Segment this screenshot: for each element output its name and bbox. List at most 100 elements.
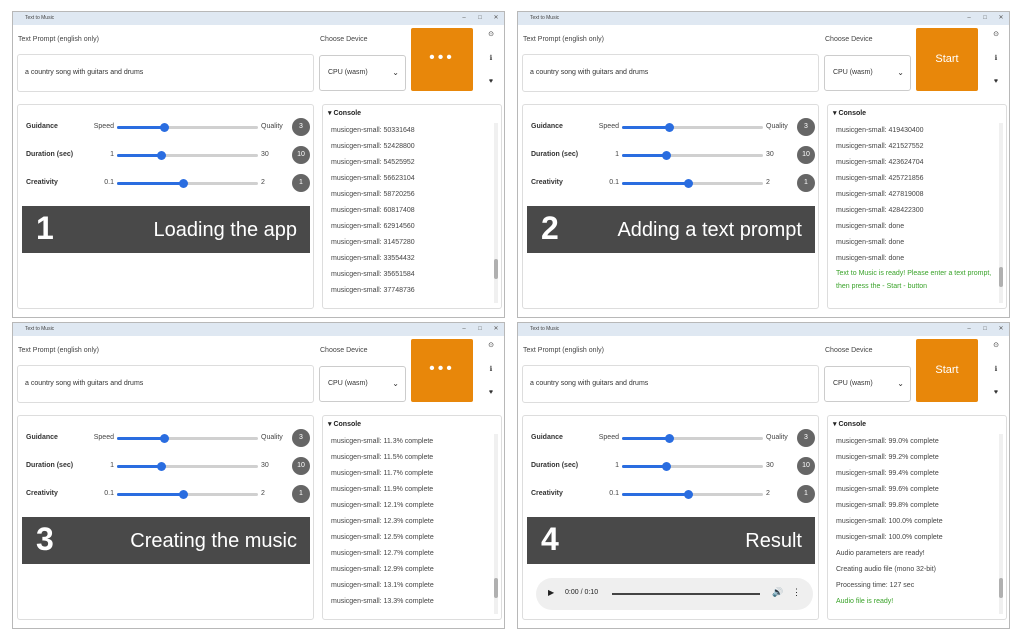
creativity-slider[interactable] — [622, 179, 763, 188]
creativity-slider-thumb[interactable] — [684, 179, 694, 188]
close-button[interactable]: ✕ — [995, 12, 1007, 25]
creativity-slider-thumb[interactable] — [179, 490, 189, 499]
guidance-slider[interactable] — [622, 434, 763, 443]
github-icon[interactable]: ⊙ — [486, 341, 496, 349]
close-button[interactable]: ✕ — [490, 323, 502, 336]
creativity-slider-thumb[interactable] — [684, 490, 694, 499]
guidance-slider-thumb[interactable] — [159, 434, 169, 443]
console-line: musicgen-small: 425721856 — [836, 175, 924, 182]
creativity-slider[interactable] — [622, 490, 763, 499]
duration-max-label: 30 — [261, 151, 269, 158]
github-icon[interactable]: ⊙ — [991, 30, 1001, 38]
prompt-input[interactable]: a country song with guitars and drums — [17, 365, 314, 403]
minimize-button[interactable]: – — [458, 12, 470, 25]
prompt-input[interactable]: a country song with guitars and drums — [522, 365, 819, 403]
maximize-button[interactable]: □ — [979, 323, 991, 336]
info-icon[interactable]: ℹ — [486, 365, 496, 373]
creativity-max-label: 2 — [766, 490, 770, 497]
duration-label: Duration (sec) — [531, 462, 579, 469]
device-select[interactable]: CPU (wasm) ⌄ — [824, 55, 911, 91]
device-label: Choose Device — [320, 36, 368, 43]
maximize-button[interactable]: □ — [474, 323, 486, 336]
guidance-min-label: Speed — [598, 434, 619, 441]
console-panel: ▾ Console musicgen-small: 419430400 musicg… — [827, 104, 1007, 309]
info-icon[interactable]: ℹ — [991, 365, 1001, 373]
maximize-button[interactable]: □ — [979, 12, 991, 25]
start-button[interactable]: Start — [916, 28, 978, 91]
guidance-slider-thumb[interactable] — [664, 434, 674, 443]
duration-slider-thumb[interactable] — [661, 462, 671, 471]
heart-icon[interactable]: ♥ — [991, 389, 1001, 396]
console-header[interactable]: ▾ Console — [833, 109, 866, 117]
duration-slider-fill — [622, 465, 666, 468]
guidance-slider-thumb[interactable] — [664, 123, 674, 132]
duration-slider[interactable] — [117, 462, 258, 471]
play-icon[interactable]: ▶ — [548, 588, 554, 597]
guidance-slider[interactable] — [117, 123, 258, 132]
heart-icon[interactable]: ♥ — [486, 389, 496, 396]
console-line: musicgen-small: 12.5% complete — [331, 534, 434, 541]
app-window: Text to Music – □ ✕ Text Prompt (english onl… — [517, 322, 1010, 629]
creativity-slider[interactable] — [117, 490, 258, 499]
console-header[interactable]: ▾ Console — [328, 420, 361, 428]
creativity-slider[interactable] — [117, 179, 258, 188]
creativity-slider-thumb[interactable] — [179, 179, 189, 188]
guidance-max-label: Quality — [766, 434, 788, 441]
duration-slider-fill — [622, 154, 666, 157]
prompt-label: Text Prompt (english only) — [523, 347, 604, 354]
guidance-slider[interactable] — [117, 434, 258, 443]
heart-icon[interactable]: ♥ — [486, 78, 496, 85]
console-header[interactable]: ▾ Console — [833, 420, 866, 428]
console-line: musicgen-small: 11.5% complete — [331, 454, 434, 461]
duration-slider-thumb[interactable] — [661, 151, 671, 160]
console-line: musicgen-small: done — [836, 239, 905, 246]
prompt-input[interactable]: a country song with guitars and drums — [17, 54, 314, 92]
audio-progress[interactable] — [612, 593, 760, 595]
duration-min-label: 1 — [110, 151, 114, 158]
minimize-button[interactable]: – — [458, 323, 470, 336]
duration-slider[interactable] — [622, 462, 763, 471]
duration-min-label: 1 — [110, 462, 114, 469]
audio-player[interactable]: ▶ 0:00 / 0:10 🔊 ⋮ — [536, 578, 813, 610]
device-select[interactable]: CPU (wasm) ⌄ — [319, 366, 406, 402]
title-bar: Text to Music — [13, 12, 504, 25]
github-icon[interactable]: ⊙ — [991, 341, 1001, 349]
info-icon[interactable]: ℹ — [991, 54, 1001, 62]
title-bar: Text to Music — [518, 12, 1009, 25]
github-icon[interactable]: ⊙ — [486, 30, 496, 38]
console-line: musicgen-small: 428422300 — [836, 207, 924, 214]
volume-icon[interactable]: 🔊 — [772, 587, 783, 598]
console-scroll-thumb[interactable] — [494, 259, 498, 279]
minimize-button[interactable]: – — [963, 12, 975, 25]
heart-icon[interactable]: ♥ — [991, 78, 1001, 85]
close-button[interactable]: ✕ — [490, 12, 502, 25]
duration-slider[interactable] — [622, 151, 763, 160]
console-scroll-thumb[interactable] — [999, 578, 1003, 598]
start-button[interactable]: ••• — [411, 28, 473, 91]
device-label: Choose Device — [825, 347, 873, 354]
more-options-icon[interactable]: ⋮ — [792, 587, 801, 598]
guidance-value-badge: 3 — [797, 429, 815, 447]
close-button[interactable]: ✕ — [995, 323, 1007, 336]
duration-slider[interactable] — [117, 151, 258, 160]
maximize-button[interactable]: □ — [474, 12, 486, 25]
info-icon[interactable]: ℹ — [486, 54, 496, 62]
start-button[interactable]: Start — [916, 339, 978, 402]
title-bar: Text to Music — [518, 323, 1009, 336]
console-header[interactable]: ▾ Console — [328, 109, 361, 117]
minimize-button[interactable]: – — [963, 323, 975, 336]
console-panel: ▾ Console musicgen-small: 11.3% complete m… — [322, 415, 502, 620]
console-scroll-thumb[interactable] — [494, 578, 498, 598]
console-scroll-thumb[interactable] — [999, 267, 1003, 287]
guidance-slider-fill — [117, 437, 164, 440]
device-select[interactable]: CPU (wasm) ⌄ — [824, 366, 911, 402]
prompt-input[interactable]: a country song with guitars and drums — [522, 54, 819, 92]
start-label: Start — [935, 53, 959, 65]
guidance-slider-thumb[interactable] — [159, 123, 169, 132]
guidance-slider[interactable] — [622, 123, 763, 132]
start-button[interactable]: ••• — [411, 339, 473, 402]
device-select[interactable]: CPU (wasm) ⌄ — [319, 55, 406, 91]
duration-slider-thumb[interactable] — [156, 462, 166, 471]
duration-slider-thumb[interactable] — [156, 151, 166, 160]
creativity-label: Creativity — [26, 179, 58, 186]
